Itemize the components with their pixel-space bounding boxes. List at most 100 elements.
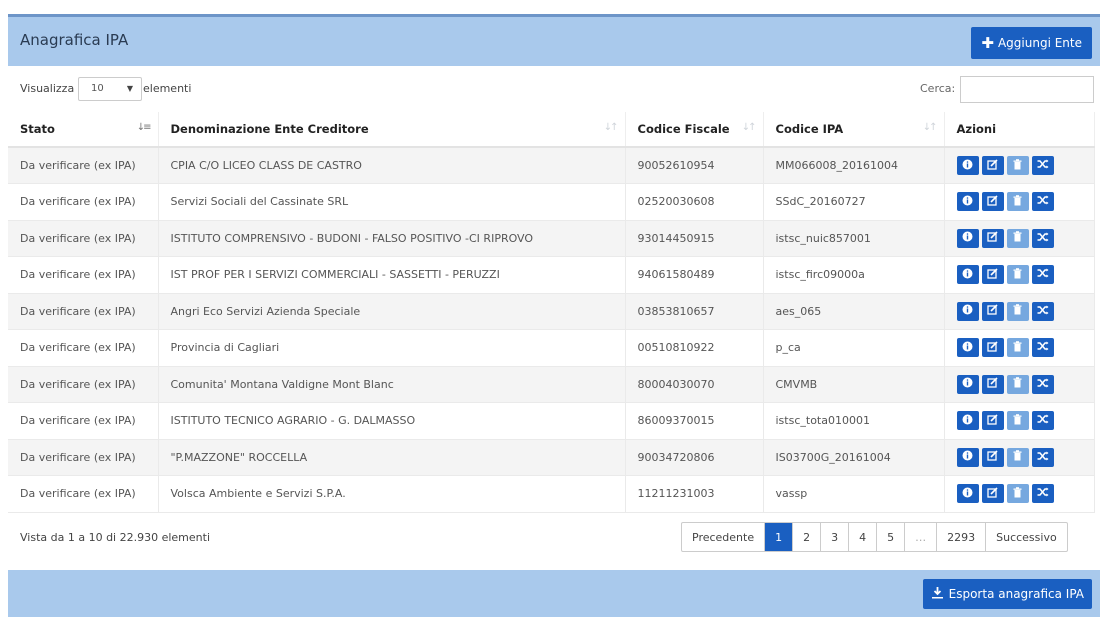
shuffle-button[interactable] [1031,338,1054,358]
shuffle-button[interactable] [1031,374,1054,394]
ente-table: Stato ↓≡ Denominazione Ente Creditore ↓↑ C… [8,112,1095,513]
info-icon [962,231,973,245]
pagination-next-button[interactable]: Successivo [985,523,1067,551]
trash-icon [1013,377,1022,391]
trash-button[interactable] [1006,447,1029,467]
export-button[interactable]: Esporta anagrafica IPA [922,579,1092,609]
shuffle-button[interactable] [1031,228,1054,248]
info-button[interactable] [956,192,979,212]
cell-azioni [944,439,1095,476]
edit-button[interactable] [981,484,1004,504]
edit-icon [987,304,998,318]
edit-button[interactable] [981,411,1004,431]
shuffle-icon [1037,195,1049,208]
edit-icon [987,377,998,391]
edit-button[interactable] [981,374,1004,394]
info-button[interactable] [956,338,979,358]
shuffle-button[interactable] [1031,192,1054,212]
edit-button[interactable] [981,301,1004,321]
add-ente-button[interactable]: ✚ Aggiungi Ente [971,27,1092,59]
cell-codice-fiscale: 02520030608 [625,183,764,221]
info-button[interactable] [956,374,979,394]
info-icon [962,450,973,464]
edit-icon [987,450,998,464]
cell-azioni [944,183,1095,221]
info-button[interactable] [956,411,979,431]
edit-button[interactable] [981,228,1004,248]
pagination-prev-button[interactable]: Precedente [682,523,764,551]
cell-codice-ipa: istsc_nuic857001 [763,220,945,257]
col-header-codice-fiscale[interactable]: Codice Fiscale ↓↑ [625,112,764,148]
edit-icon [987,195,998,209]
table-row: Da verificare (ex IPA) "P.MAZZONE" ROCCEL… [8,439,1095,476]
info-button[interactable] [956,265,979,285]
trash-button[interactable] [1006,338,1029,358]
cell-stato: Da verificare (ex IPA) [8,183,159,221]
cell-denominazione: Comunita' Montana Valdigne Mont Blanc [158,366,626,403]
trash-button[interactable] [1006,156,1029,175]
search-input[interactable] [960,76,1094,103]
trash-icon [1013,486,1022,501]
trash-button[interactable] [1006,411,1029,431]
trash-icon [1013,413,1022,428]
edit-button[interactable] [981,338,1004,358]
page-size-select[interactable]: 10 ▼ [78,77,142,101]
table-info: Vista da 1 a 10 di 22.930 elementi [20,531,211,544]
info-button[interactable] [956,156,979,175]
shuffle-button[interactable] [1031,265,1054,285]
shuffle-button[interactable] [1031,484,1054,504]
cell-denominazione: ISTITUTO TECNICO AGRARIO - G. DALMASSO [158,402,626,440]
shuffle-button[interactable] [1031,411,1054,431]
shuffle-button[interactable] [1031,447,1054,467]
pagination-page-1[interactable]: 1 [764,523,793,551]
shuffle-button[interactable] [1031,301,1054,321]
cell-codice-fiscale: 90052610954 [625,147,764,184]
pagination-page-3[interactable]: 3 [820,523,848,551]
info-button[interactable] [956,484,979,504]
shuffle-icon [1037,305,1049,318]
info-icon [962,268,973,282]
edit-button[interactable] [981,447,1004,467]
shuffle-button[interactable] [1031,156,1054,175]
info-button[interactable] [956,228,979,248]
sort-icon: ↓↑ [922,122,938,133]
trash-button[interactable] [1006,374,1029,394]
search-label: Cerca: [920,82,956,95]
cell-codice-fiscale: 93014450915 [625,220,764,257]
edit-button[interactable] [981,156,1004,175]
cell-azioni [944,147,1095,184]
cell-codice-fiscale: 90034720806 [625,439,764,476]
col-header-codice-ipa[interactable]: Codice IPA ↓↑ [763,112,945,148]
shuffle-icon [1037,451,1049,464]
edit-button[interactable] [981,192,1004,212]
pagination-page-4[interactable]: 4 [848,523,876,551]
info-icon [962,195,973,209]
pagination-page-5[interactable]: 5 [876,523,904,551]
trash-button[interactable] [1006,484,1029,504]
cell-codice-ipa: p_ca [763,329,945,367]
cell-azioni [944,402,1095,440]
cell-stato: Da verificare (ex IPA) [8,293,159,330]
col-header-denominazione[interactable]: Denominazione Ente Creditore ↓↑ [158,112,626,148]
pagination-page-2[interactable]: 2 [792,523,820,551]
cell-denominazione: Servizi Sociali del Cassinate SRL [158,183,626,221]
pagination-page-2293[interactable]: 2293 [936,523,985,551]
cell-stato: Da verificare (ex IPA) [8,439,159,476]
col-header-stato[interactable]: Stato ↓≡ [8,112,159,148]
info-button[interactable] [956,447,979,467]
cell-codice-ipa: vassp [763,475,945,513]
edit-button[interactable] [981,265,1004,285]
info-icon [962,341,973,355]
trash-button[interactable] [1006,301,1029,321]
trash-icon [1013,450,1022,464]
trash-icon [1013,158,1022,173]
trash-button[interactable] [1006,228,1029,248]
cell-codice-fiscale: 86009370015 [625,402,764,440]
info-icon [962,487,973,501]
cell-denominazione: "P.MAZZONE" ROCCELLA [158,439,626,476]
info-button[interactable] [956,301,979,321]
col-header-azioni: Azioni [944,112,1095,148]
trash-button[interactable] [1006,192,1029,212]
trash-button[interactable] [1006,265,1029,285]
table-body: Da verificare (ex IPA) CPIA C/O LICEO CLA… [8,147,1095,513]
